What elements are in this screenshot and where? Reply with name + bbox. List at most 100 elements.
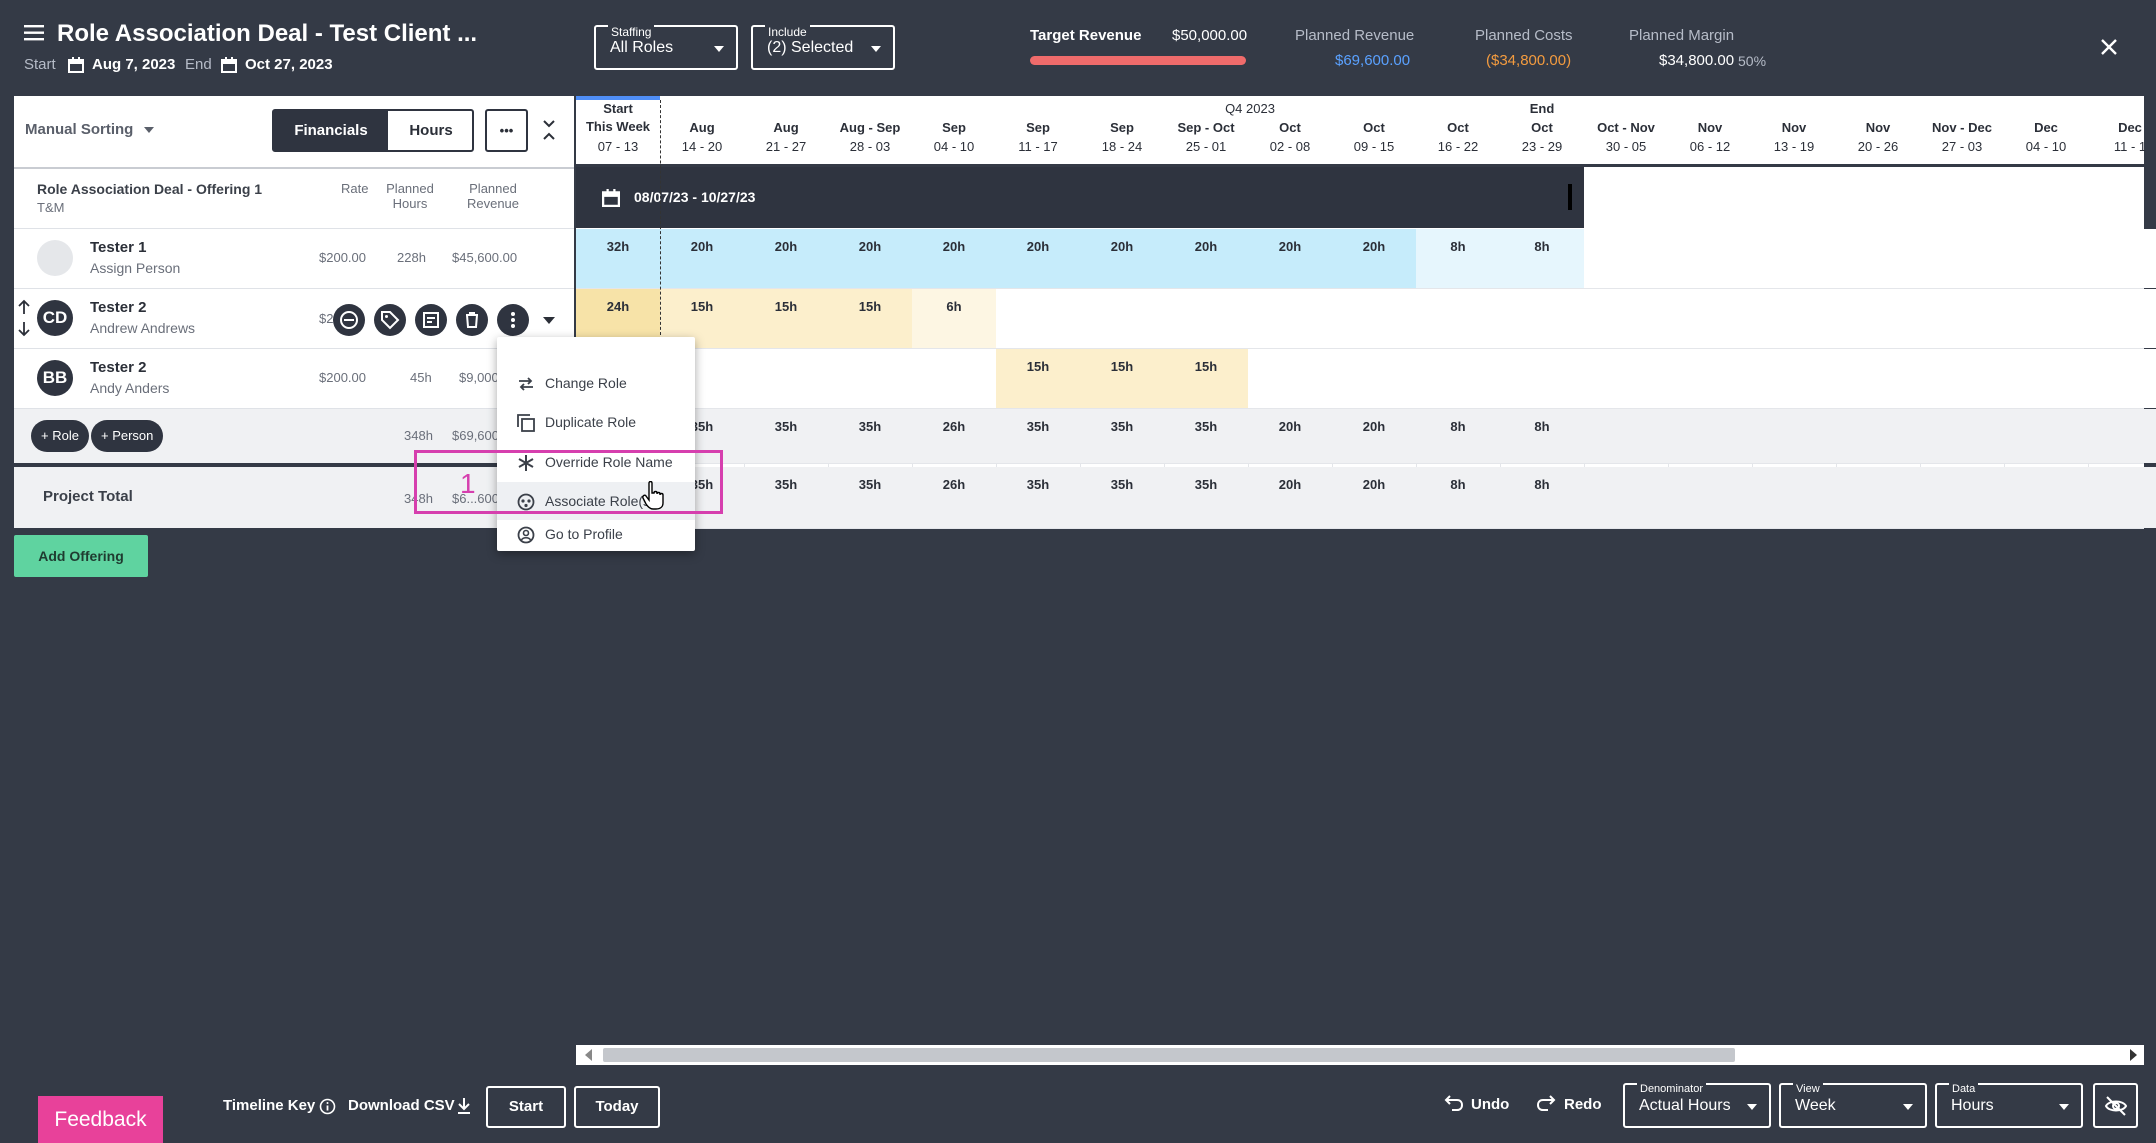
timeline-cell[interactable]: 20h: [1080, 229, 1164, 288]
timeline-cell[interactable]: [1752, 289, 1836, 348]
timeline-cell[interactable]: 20h: [660, 229, 744, 288]
timeline-cell[interactable]: [1584, 349, 1668, 408]
timeline-cell[interactable]: 20h: [744, 229, 828, 288]
add-role-button[interactable]: + Role: [31, 420, 89, 452]
timeline-cell[interactable]: 26h: [912, 467, 996, 528]
timeline-cell[interactable]: [1332, 289, 1416, 348]
timeline-cell[interactable]: 35h: [744, 467, 828, 528]
timeline-cell[interactable]: 6h: [912, 289, 996, 348]
timeline-cell[interactable]: [2004, 467, 2088, 528]
role-name[interactable]: Tester 1: [90, 239, 146, 256]
undo-button[interactable]: Undo: [1471, 1096, 1509, 1113]
timeline-cell[interactable]: 20h: [1248, 229, 1332, 288]
timeline-cell[interactable]: 20h: [1248, 409, 1332, 463]
timeline-cell[interactable]: 35h: [1164, 409, 1248, 463]
timeline-cell[interactable]: 15h: [1080, 349, 1164, 408]
close-icon[interactable]: [2100, 38, 2118, 56]
timeline-cell[interactable]: [1668, 229, 1752, 288]
data-select[interactable]: Data Hours: [1935, 1083, 2083, 1128]
calendar-icon[interactable]: [221, 57, 237, 73]
timeline-cell[interactable]: [1752, 467, 1836, 528]
timeline-cell[interactable]: [1920, 467, 2004, 528]
feedback-button[interactable]: Feedback: [38, 1096, 163, 1143]
timeline-cell[interactable]: 35h: [996, 409, 1080, 463]
delete-button[interactable]: [456, 304, 488, 336]
denominator-select[interactable]: Denominator Actual Hours: [1623, 1083, 1771, 1128]
timeline-cell[interactable]: [1836, 349, 1920, 408]
staffing-select[interactable]: Staffing All Roles: [594, 25, 738, 70]
tab-hours[interactable]: Hours: [390, 111, 472, 150]
remove-button[interactable]: [333, 304, 365, 336]
timeline-cell[interactable]: [1752, 349, 1836, 408]
timeline-cell[interactable]: 35h: [996, 467, 1080, 528]
view-select[interactable]: View Week: [1779, 1083, 1927, 1128]
timeline-cell[interactable]: 8h: [1416, 467, 1500, 528]
reorder-icon[interactable]: [17, 298, 31, 338]
today-button[interactable]: Today: [574, 1086, 660, 1128]
timeline-cell[interactable]: 35h: [1080, 467, 1164, 528]
tag-button[interactable]: [374, 304, 406, 336]
timeline-cell[interactable]: 20h: [828, 229, 912, 288]
range-end-handle[interactable]: [1568, 184, 1572, 210]
include-select[interactable]: Include (2) Selected: [751, 25, 895, 70]
timeline-cell[interactable]: [1500, 349, 1584, 408]
timeline-cell[interactable]: [2088, 349, 2156, 408]
timeline-cell[interactable]: [1836, 409, 1920, 463]
timeline-cell[interactable]: 20h: [1332, 229, 1416, 288]
timeline-cell[interactable]: [912, 349, 996, 408]
timeline-cell[interactable]: 26h: [912, 409, 996, 463]
collapse-icon[interactable]: [541, 116, 557, 144]
role-name[interactable]: Tester 2: [90, 299, 146, 316]
timeline-cell[interactable]: [1668, 409, 1752, 463]
redo-icon[interactable]: [1536, 1094, 1556, 1112]
info-icon[interactable]: [319, 1098, 336, 1115]
timeline-cell[interactable]: [1668, 289, 1752, 348]
download-csv-button[interactable]: Download CSV: [348, 1097, 455, 1114]
notes-button[interactable]: [415, 304, 447, 336]
timeline-cell[interactable]: [1416, 289, 1500, 348]
role-name[interactable]: Tester 2: [90, 359, 146, 376]
timeline-cell[interactable]: 8h: [1500, 229, 1584, 288]
timeline-cell[interactable]: [1920, 289, 2004, 348]
start-button[interactable]: Start: [486, 1086, 566, 1128]
timeline-cell[interactable]: [2004, 229, 2088, 288]
timeline-cell[interactable]: [1668, 467, 1752, 528]
timeline-cell[interactable]: 35h: [828, 467, 912, 528]
calendar-icon[interactable]: [68, 57, 84, 73]
timeline-cell[interactable]: [1584, 289, 1668, 348]
timeline-cell[interactable]: [996, 289, 1080, 348]
timeline-cell[interactable]: [1416, 349, 1500, 408]
timeline-cell[interactable]: 35h: [744, 409, 828, 463]
timeline-cell[interactable]: [2004, 409, 2088, 463]
scrollbar-thumb[interactable]: [603, 1048, 1735, 1062]
timeline-cell[interactable]: [1920, 229, 2004, 288]
timeline-cell[interactable]: [2088, 229, 2156, 288]
timeline-cell[interactable]: [1752, 409, 1836, 463]
person-name[interactable]: Andy Anders: [90, 380, 169, 396]
timeline-cell[interactable]: [1080, 289, 1164, 348]
assign-person-link[interactable]: Assign Person: [90, 260, 180, 276]
timeline-cell[interactable]: 20h: [1248, 467, 1332, 528]
timeline-cell[interactable]: [1248, 289, 1332, 348]
menu-item-change-role[interactable]: Change Role: [497, 364, 695, 402]
timeline-cell[interactable]: 35h: [1080, 409, 1164, 463]
end-date[interactable]: Oct 27, 2023: [245, 56, 333, 73]
redo-button[interactable]: Redo: [1564, 1096, 1602, 1113]
timeline-cell[interactable]: [1500, 289, 1584, 348]
timeline-cell[interactable]: [2004, 349, 2088, 408]
timeline-cell[interactable]: [1584, 409, 1668, 463]
timeline-cell[interactable]: 32h: [576, 229, 660, 288]
timeline-cell[interactable]: 35h: [1164, 467, 1248, 528]
timeline-cell[interactable]: [2088, 409, 2156, 463]
timeline-cell[interactable]: [1920, 349, 2004, 408]
timeline-cell[interactable]: 15h: [996, 349, 1080, 408]
timeline-cell[interactable]: 20h: [912, 229, 996, 288]
timeline-cell[interactable]: [1920, 409, 2004, 463]
add-person-button[interactable]: + Person: [91, 420, 164, 452]
timeline-cell[interactable]: [744, 349, 828, 408]
menu-item-go-to-profile[interactable]: Go to Profile: [497, 521, 695, 551]
timeline-cell[interactable]: [1752, 229, 1836, 288]
manual-sorting-dropdown[interactable]: Manual Sorting: [25, 121, 154, 138]
scroll-right-icon[interactable]: [2130, 1049, 2137, 1061]
timeline-cell[interactable]: 8h: [1416, 229, 1500, 288]
